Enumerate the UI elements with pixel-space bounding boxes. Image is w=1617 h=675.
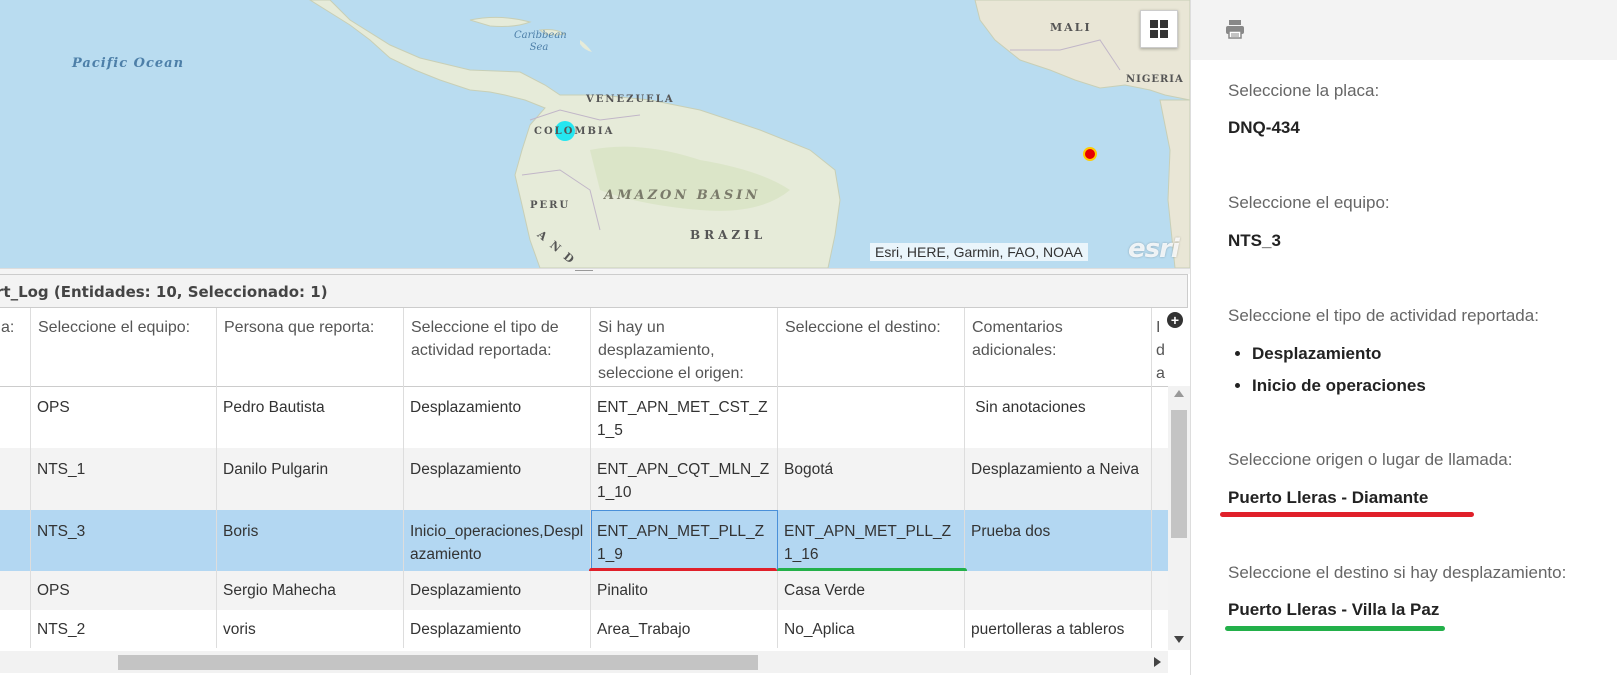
destino-label: Seleccione el destino si hay desplazamie… (1228, 563, 1567, 582)
add-column-icon[interactable]: + (1167, 312, 1183, 328)
label-colombia: COLOMBIA (534, 126, 615, 137)
table-cell-origen-selected[interactable]: ENT_APN_MET_PLL_Z1_9 (591, 510, 778, 571)
table-cell[interactable]: OPS (31, 386, 217, 448)
table-cell[interactable]: Boris (217, 510, 404, 571)
table-cell[interactable]: voris (217, 610, 404, 648)
table-cell[interactable]: puertolleras a tableros (965, 610, 1152, 648)
table-body: OPS Pedro Bautista Desplazamiento ENT_AP… (0, 386, 1168, 648)
table-row[interactable]: NTS_2 voris Desplazamiento Area_Trabajo … (0, 610, 1168, 648)
label-nigeria: NIGERIA (1126, 74, 1184, 85)
destino-underline-green (1225, 626, 1445, 631)
label-caribbean: Caribbean Sea (514, 30, 567, 53)
vertical-scroll-thumb[interactable] (1171, 410, 1187, 538)
attribute-table: rt_Log (Entidades: 10, Seleccionado: 1) … (0, 274, 1190, 675)
table-cell[interactable]: No_Aplica (778, 610, 965, 648)
table-cell[interactable]: Sergio Mahecha (217, 571, 404, 610)
equipo-label: Seleccione el equipo: (1228, 193, 1390, 212)
tipo-label: Seleccione el tipo de actividad reportad… (1228, 306, 1539, 325)
table-row[interactable]: OPS Sergio Mahecha Desplazamiento Pinali… (0, 571, 1168, 610)
table-cell[interactable]: Bogotá (778, 448, 965, 510)
table-cell[interactable] (0, 386, 31, 448)
table-row[interactable]: NTS_1 Danilo Pulgarin Desplazamiento ENT… (0, 448, 1168, 510)
label-venezuela: VENEZUELA (586, 94, 675, 105)
col-header-0[interactable]: a: (0, 308, 31, 386)
table-cell[interactable]: Inicio_operaciones,Desplazamiento (404, 510, 591, 571)
tipo-list: Desplazamiento Inicio de operaciones (1228, 338, 1426, 402)
col-header-tipo[interactable]: Seleccione el tipo de actividad reportad… (404, 308, 591, 386)
table-cell[interactable] (0, 571, 31, 610)
table-cell[interactable] (778, 386, 965, 448)
origen-underline-red (1220, 512, 1474, 517)
origen-value: Puerto Lleras - Diamante (1228, 488, 1429, 507)
feature-detail-panel: Seleccione la placa: DNQ-434 Seleccione … (1190, 0, 1617, 675)
vertical-scrollbar[interactable] (1168, 386, 1190, 650)
print-button[interactable] (1224, 18, 1250, 44)
col-header-equipo[interactable]: Seleccione el equipo: (31, 308, 217, 386)
table-row[interactable]: OPS Pedro Bautista Desplazamiento ENT_AP… (0, 386, 1168, 448)
map-view[interactable]: Pacific Ocean Caribbean Sea VENEZUELA CO… (0, 0, 1190, 268)
table-cell[interactable]: ENT_APN_MET_CST_Z1_5 (591, 386, 778, 448)
origen-label: Seleccione origen o lugar de llamada: (1228, 450, 1513, 469)
table-cell-destino-selected[interactable]: ENT_APN_MET_PLL_Z1_16 (778, 510, 965, 571)
scroll-up-icon[interactable] (1174, 390, 1184, 397)
table-cell[interactable]: NTS_1 (31, 448, 217, 510)
table-cell[interactable]: Pedro Bautista (217, 386, 404, 448)
horizontal-scroll-thumb[interactable] (118, 655, 758, 670)
table-cell[interactable]: Area_Trabajo (591, 610, 778, 648)
destino-value: Puerto Lleras - Villa la Paz (1228, 600, 1440, 619)
table-cell[interactable]: Prueba dos (965, 510, 1152, 571)
esri-logo: esri (1128, 234, 1180, 264)
table-cell[interactable]: Desplazamiento (404, 610, 591, 648)
table-cell[interactable]: Danilo Pulgarin (217, 448, 404, 510)
basemap-gallery-icon (1150, 20, 1168, 38)
table-cell[interactable]: NTS_2 (31, 610, 217, 648)
table-cell[interactable]: Sin anotaciones (965, 386, 1152, 448)
table-cell[interactable] (0, 510, 31, 571)
table-title: rt_Log (Entidades: 10, Seleccionado: 1) (0, 274, 1188, 308)
scroll-right-icon[interactable] (1154, 657, 1161, 667)
table-cell[interactable] (0, 610, 31, 648)
equipo-value: NTS_3 (1228, 231, 1281, 250)
label-pacific: Pacific Ocean (72, 56, 185, 71)
col-header-persona[interactable]: Persona que reporta: (217, 308, 404, 386)
tipo-list-item: Desplazamiento (1252, 338, 1426, 370)
col-header-comentarios[interactable]: Comentarios adicionales: (965, 308, 1152, 386)
table-cell[interactable]: OPS (31, 571, 217, 610)
tipo-list-item: Inicio de operaciones (1252, 370, 1426, 402)
table-cell[interactable]: Pinalito (591, 571, 778, 610)
label-brazil: BRAZIL (690, 228, 767, 242)
label-mali: MALI (1050, 21, 1092, 34)
table-cell[interactable]: Desplazamiento (404, 571, 591, 610)
table-cell[interactable]: Desplazamiento (404, 448, 591, 510)
panel-toolbar (1191, 0, 1617, 60)
placa-value: DNQ-434 (1228, 118, 1300, 137)
map-attribution[interactable]: Esri, HERE, Garmin, FAO, NOAA (870, 243, 1088, 261)
map-point-red (1083, 147, 1097, 161)
col-header-destino[interactable]: Seleccione el destino: (778, 308, 965, 386)
table-cell[interactable]: Desplazamiento a Neiva (965, 448, 1152, 510)
col-header-origen[interactable]: Si hay un desplazamiento, seleccione el … (591, 308, 778, 386)
table-title-text: rt_Log (Entidades: 10, Seleccionado: 1) (0, 283, 328, 301)
table-cell[interactable]: Casa Verde (778, 571, 965, 610)
horizontal-scrollbar[interactable] (0, 651, 1168, 673)
table-header: a: Seleccione el equipo: Persona que rep… (0, 308, 1190, 387)
table-cell[interactable] (0, 448, 31, 510)
table-row-selected[interactable]: NTS_3 Boris Inicio_operaciones,Desplazam… (0, 510, 1168, 571)
table-cell[interactable]: NTS_3 (31, 510, 217, 571)
scroll-down-icon[interactable] (1174, 636, 1184, 643)
label-peru: PERU (530, 200, 571, 211)
table-cell[interactable]: ENT_APN_CQT_MLN_Z1_10 (591, 448, 778, 510)
basemap-gallery-button[interactable] (1140, 10, 1178, 48)
print-icon (1226, 20, 1244, 39)
table-cell[interactable] (965, 571, 1152, 610)
placa-label: Seleccione la placa: (1228, 81, 1380, 100)
label-amazon-basin: AMAZON BASIN (604, 188, 761, 203)
table-cell[interactable]: Desplazamiento (404, 386, 591, 448)
